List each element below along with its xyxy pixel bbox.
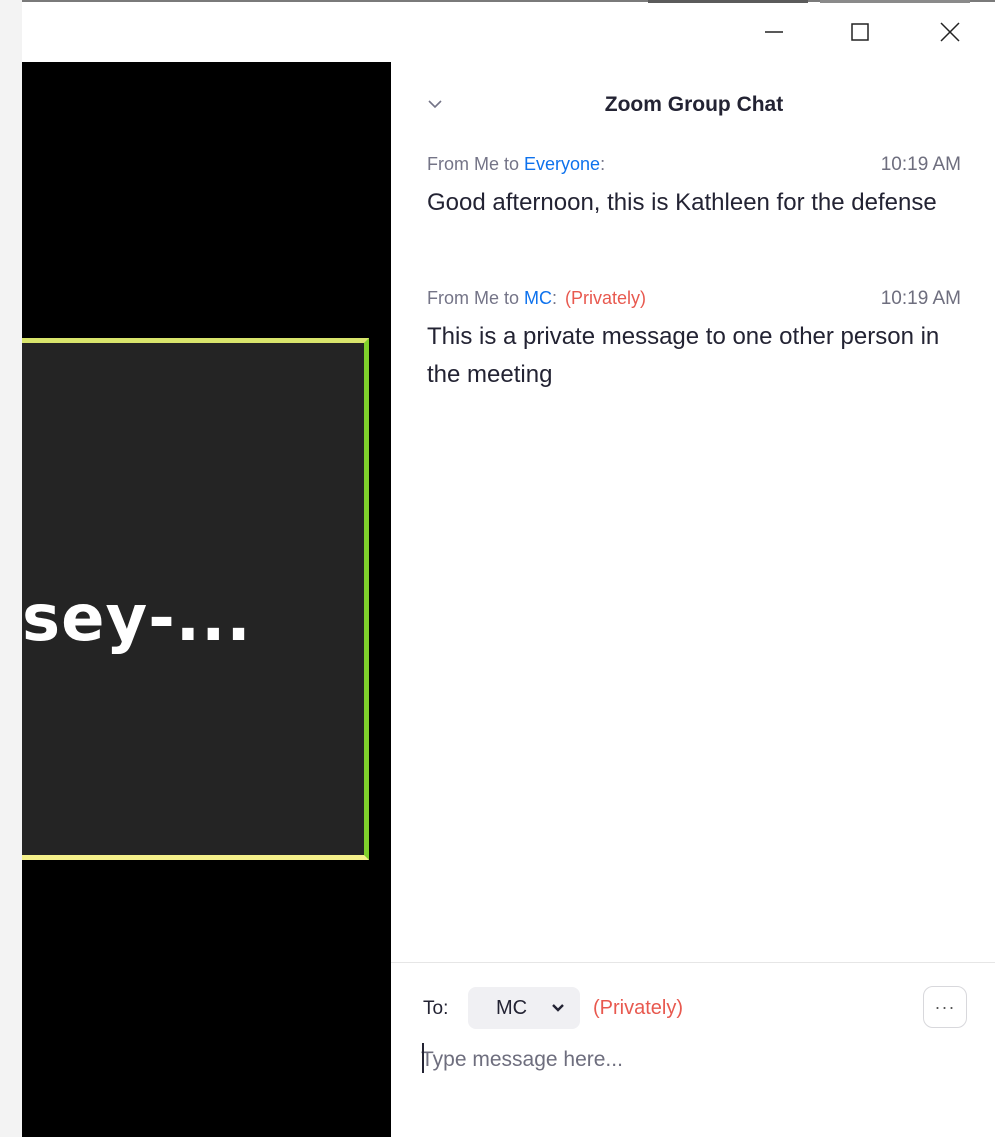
recipient-value: MC xyxy=(496,996,528,1019)
close-button[interactable] xyxy=(928,12,972,52)
message-text: Good afternoon, this is Kathleen for the… xyxy=(427,189,937,216)
text-cursor xyxy=(422,1043,424,1073)
minimize-button[interactable] xyxy=(752,12,796,52)
message-recipient[interactable]: Everyone xyxy=(524,154,600,174)
participant-name: sey-... xyxy=(22,582,252,656)
chat-title: Zoom Group Chat xyxy=(604,93,784,116)
more-icon: ··· xyxy=(934,996,956,1017)
maximize-icon xyxy=(851,23,869,41)
chevron-down-icon xyxy=(552,1004,564,1012)
recipient-select[interactable]: MC xyxy=(468,987,580,1029)
chat-message: From Me to MC: (Privately) 10:19 AM This … xyxy=(427,288,961,394)
message-recipient-suffix: : xyxy=(600,154,606,174)
message-recipient[interactable]: MC xyxy=(524,288,552,308)
message-time: 10:19 AM xyxy=(880,154,961,175)
message-time: 10:19 AM xyxy=(880,288,961,309)
maximize-button[interactable] xyxy=(838,12,882,52)
chat-header: Zoom Group Chat xyxy=(391,62,995,142)
message-sender-prefix: From Me to xyxy=(427,288,525,308)
window-left-edge xyxy=(0,0,22,1137)
private-badge: (Privately) xyxy=(565,288,647,308)
message-meta: From Me to MC: (Privately) 10:19 AM xyxy=(427,288,961,312)
message-meta: From Me to Everyone: 10:19 AM xyxy=(427,154,961,178)
composer-divider xyxy=(391,962,995,963)
video-area: sey-... xyxy=(22,62,391,1137)
chat-message: From Me to Everyone: 10:19 AM Good after… xyxy=(427,154,961,222)
to-label: To: xyxy=(423,998,449,1019)
message-text: This is a private message to one other p… xyxy=(427,323,940,388)
message-input[interactable] xyxy=(421,1040,961,1080)
message-sender-prefix: From Me to xyxy=(427,154,525,174)
composer-private-label: (Privately) xyxy=(593,997,684,1019)
minimize-icon xyxy=(765,31,783,33)
message-recipient-suffix: : xyxy=(552,288,558,308)
close-icon xyxy=(940,22,960,42)
title-bar xyxy=(22,6,995,62)
chat-panel: Zoom Group Chat From Me to Everyone: 10:… xyxy=(391,62,995,1137)
more-options-button[interactable]: ··· xyxy=(923,986,967,1028)
